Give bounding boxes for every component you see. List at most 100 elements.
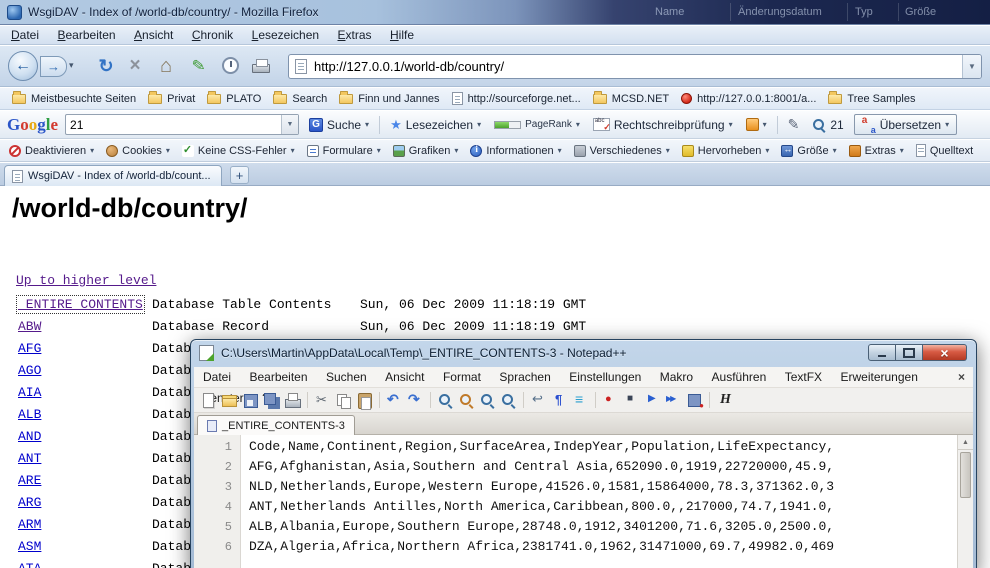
bookmark-finn-und-jannes[interactable]: Finn und Jannes: [333, 91, 445, 107]
npp-menu-bearbeiten[interactable]: Bearbeiten: [242, 367, 314, 388]
menu-datei[interactable]: Datei: [4, 26, 46, 45]
reload-button[interactable]: [94, 54, 118, 78]
npp-menu-einstellungen[interactable]: Einstellungen: [562, 367, 648, 388]
listing-link-alb[interactable]: ALB: [18, 407, 41, 422]
npp-menu-makro[interactable]: Makro: [653, 367, 700, 388]
webdev-cookies[interactable]: Cookies: [101, 143, 175, 159]
npp-menu-ausfuehren[interactable]: Ausführen: [705, 367, 774, 388]
listing-link-ata[interactable]: ATA: [18, 561, 41, 568]
url-dropdown-icon[interactable]: [962, 55, 981, 78]
save-all-icon[interactable]: [262, 391, 281, 410]
listing-link-asm[interactable]: ASM: [18, 539, 41, 554]
webdev-informationen[interactable]: Informationen: [465, 143, 566, 159]
search-term-button[interactable]: 21: [809, 116, 846, 134]
google-bookmarks-button[interactable]: Lesezeichen: [387, 116, 484, 134]
listing-link-afg[interactable]: AFG: [18, 341, 41, 356]
quill-extension-button[interactable]: [188, 54, 210, 78]
webdev-extras[interactable]: Extras: [844, 143, 909, 159]
google-search-button[interactable]: Suche: [306, 116, 372, 134]
pagerank-indicator[interactable]: PageRank: [491, 117, 583, 132]
listing-link-entire-contents[interactable]: _ENTIRE_CONTENTS: [18, 297, 143, 312]
listing-link-abw[interactable]: ABW: [18, 319, 41, 334]
print-button[interactable]: [252, 64, 270, 73]
highlighter-button[interactable]: [785, 114, 803, 135]
spellcheck-button[interactable]: Rechtschreibprüfung: [590, 116, 736, 134]
bookmark-localhost-8001[interactable]: http://127.0.0.1:8001/a...: [675, 91, 822, 107]
bookmark-sourceforge[interactable]: http://sourceforge.net...: [446, 90, 587, 107]
vertical-scrollbar[interactable]: [957, 435, 973, 568]
webdev-formulare[interactable]: Formulare: [302, 143, 386, 159]
show-all-characters-icon[interactable]: [550, 391, 569, 410]
listing-link-ago[interactable]: AGO: [18, 363, 41, 378]
run-macro-multiple-icon[interactable]: [664, 391, 683, 410]
webdev-groesse[interactable]: Größe: [776, 143, 841, 159]
history-clock-button[interactable]: [222, 57, 239, 74]
cut-icon[interactable]: [313, 391, 332, 410]
html-preview-icon[interactable]: [715, 391, 734, 410]
firefox-titlebar[interactable]: WsgiDAV - Index of /world-db/country/ - …: [0, 0, 990, 25]
close-button[interactable]: [923, 344, 967, 361]
zoom-in-icon[interactable]: [478, 391, 497, 410]
minimize-button[interactable]: [868, 344, 896, 361]
listing-link-ant[interactable]: ANT: [18, 451, 41, 466]
new-tab-button[interactable]: +: [230, 166, 249, 184]
menu-lesezeichen[interactable]: Lesezeichen: [245, 26, 326, 45]
webdev-css[interactable]: Keine CSS-Fehler: [177, 143, 300, 159]
menu-hilfe[interactable]: Hilfe: [383, 26, 421, 45]
forward-button[interactable]: [40, 56, 67, 77]
menu-ansicht[interactable]: Ansicht: [127, 26, 180, 45]
copy-icon[interactable]: [334, 391, 353, 410]
url-input[interactable]: [314, 55, 958, 78]
indent-guide-icon[interactable]: [571, 391, 590, 410]
print-icon[interactable]: [283, 391, 302, 410]
npp-menu-datei[interactable]: Datei: [196, 367, 238, 388]
webdev-grafiken[interactable]: Grafiken: [388, 143, 464, 159]
replace-icon[interactable]: [457, 391, 476, 410]
tab-entire-contents-3[interactable]: _ENTIRE_CONTENTS-3: [197, 415, 355, 435]
autofill-button[interactable]: [743, 116, 770, 133]
up-to-higher-level-link[interactable]: Up to higher level: [16, 273, 156, 288]
zoom-out-icon[interactable]: [499, 391, 518, 410]
bookmark-tree-samples[interactable]: Tree Samples: [822, 91, 921, 107]
stop-macro-icon[interactable]: [622, 391, 641, 410]
save-file-icon[interactable]: [241, 391, 260, 410]
find-icon[interactable]: [436, 391, 455, 410]
tab-wsgidav-index[interactable]: WsgiDAV - Index of /world-db/count...: [4, 165, 222, 186]
menu-chronik[interactable]: Chronik: [185, 26, 240, 45]
webdev-verschiedenes[interactable]: Verschiedenes: [569, 143, 675, 159]
npp-menu-textfx[interactable]: TextFX: [778, 367, 829, 388]
npp-menu-sprachen[interactable]: Sprachen: [492, 367, 557, 388]
listing-link-arm[interactable]: ARM: [18, 517, 41, 532]
menu-extras[interactable]: Extras: [331, 26, 379, 45]
listing-link-are[interactable]: ARE: [18, 473, 41, 488]
listing-link-aia[interactable]: AIA: [18, 385, 41, 400]
close-document-icon[interactable]: [958, 370, 965, 384]
bookmark-meistbesuchte-seiten[interactable]: Meistbesuchte Seiten: [6, 91, 142, 107]
paste-icon[interactable]: [355, 391, 374, 410]
open-file-icon[interactable]: [220, 391, 239, 410]
back-button[interactable]: [8, 51, 38, 81]
webdev-hervorheben[interactable]: Hervorheben: [677, 143, 775, 159]
listing-link-arg[interactable]: ARG: [18, 495, 41, 510]
bookmark-plato[interactable]: PLATO: [201, 91, 267, 107]
notepad-titlebar[interactable]: C:\Users\Martin\AppData\Local\Temp\_ENTI…: [191, 340, 976, 366]
playback-macro-icon[interactable]: [643, 391, 662, 410]
undo-icon[interactable]: [385, 391, 404, 410]
search-history-dropdown-icon[interactable]: [281, 115, 298, 134]
record-macro-icon[interactable]: [601, 391, 620, 410]
scroll-up-icon[interactable]: [958, 435, 973, 450]
menu-bearbeiten[interactable]: Bearbeiten: [50, 26, 122, 45]
word-wrap-icon[interactable]: [529, 391, 548, 410]
listing-link-and[interactable]: AND: [18, 429, 41, 444]
editor-area[interactable]: 1Code,Name,Continent,Region,SurfaceArea,…: [194, 435, 973, 568]
webdev-quelltext[interactable]: Quelltext: [911, 142, 978, 159]
google-search-input[interactable]: [70, 116, 270, 133]
scrollbar-thumb[interactable]: [960, 452, 971, 498]
new-file-icon[interactable]: [199, 391, 218, 410]
maximize-button[interactable]: [896, 344, 923, 361]
webdev-deaktivieren[interactable]: Deaktivieren: [4, 143, 99, 159]
bookmark-search[interactable]: Search: [267, 91, 333, 107]
history-dropdown-icon[interactable]: [69, 60, 74, 71]
bookmark-mcsd-net[interactable]: MCSD.NET: [587, 91, 675, 107]
npp-menu-format[interactable]: Format: [436, 367, 488, 388]
